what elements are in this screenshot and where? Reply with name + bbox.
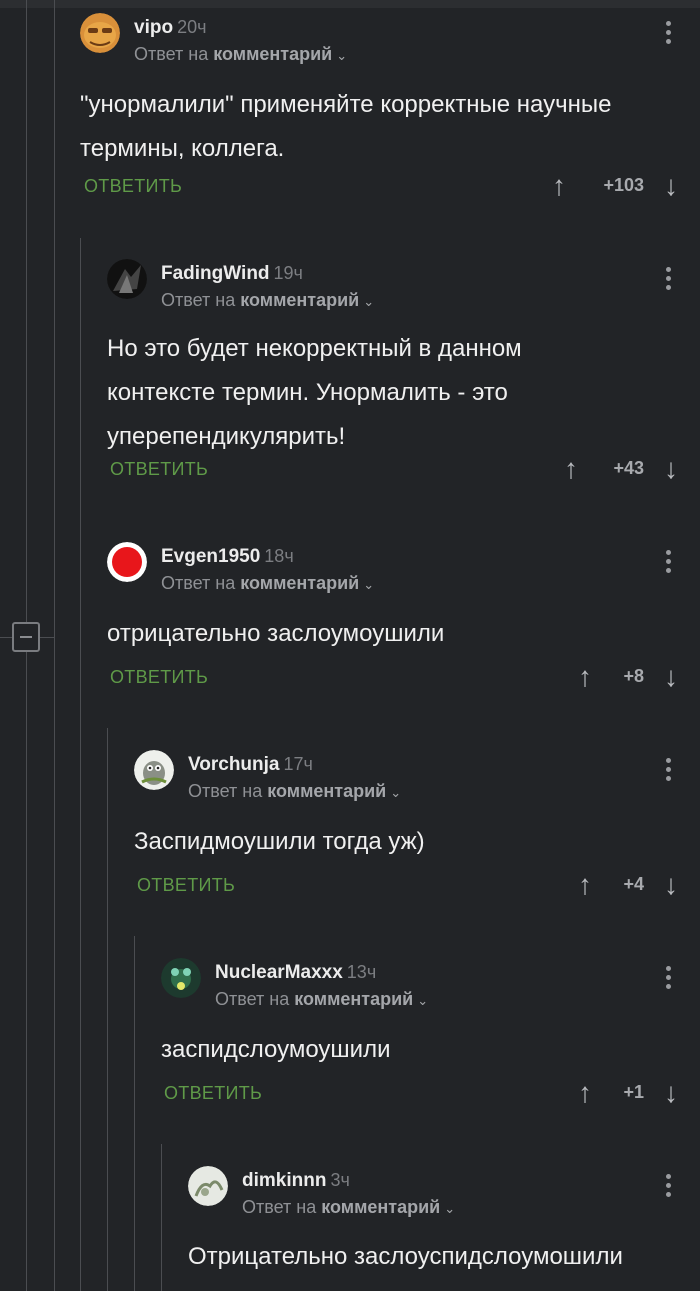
avatar[interactable] (107, 542, 147, 582)
user-avatar-image (188, 1166, 228, 1206)
rating: +103 (603, 175, 644, 195)
comment-time: 3ч (330, 1170, 350, 1190)
more-vertical-icon[interactable] (664, 966, 672, 996)
rating: +4 (623, 874, 644, 894)
reply-button[interactable]: ОТВЕТИТЬ (84, 176, 182, 197)
reply-to-link[interactable]: Ответ на комментарий ⌄ (161, 290, 374, 311)
more-vertical-icon[interactable] (664, 21, 672, 51)
user-avatar-image (80, 13, 120, 53)
user-avatar-image (161, 958, 201, 998)
comment-vipo: vipo 20ч Ответ на комментарий ⌄ "унормалил… (0, 13, 700, 223)
comment-time: 19ч (273, 263, 303, 283)
more-vertical-icon[interactable] (664, 550, 672, 580)
comment-time: 20ч (177, 17, 207, 37)
comment-nuclearmaxxx: NuclearMaxxx 13ч Ответ на комментарий ⌄ за… (0, 958, 700, 1118)
arrow-up-icon[interactable]: ↑ (578, 871, 592, 899)
avatar[interactable] (188, 1166, 228, 1206)
rating: +43 (613, 458, 644, 478)
user-avatar-image (107, 542, 147, 582)
comment-text: отрицательно заслоумоушили (107, 620, 445, 647)
comment-vorchunja: Vorchunja 17ч Ответ на комментарий ⌄ Заспи… (0, 750, 700, 910)
vote-controls: ↑ +4 ↓ (578, 871, 678, 901)
vote-controls: ↑ +103 ↓ (552, 172, 678, 202)
comment-author[interactable]: dimkinnn 3ч (242, 1170, 350, 1192)
comment-author[interactable]: FadingWind 19ч (161, 263, 303, 285)
chevron-down-icon: ⌄ (336, 48, 348, 63)
arrow-up-icon[interactable]: ↑ (552, 172, 566, 200)
comment-author[interactable]: Vorchunja 17ч (188, 754, 313, 776)
chevron-down-icon: ⌄ (444, 1201, 456, 1216)
vote-controls: ↑ +1 ↓ (578, 1079, 678, 1109)
arrow-up-icon[interactable]: ↑ (578, 1079, 592, 1107)
chevron-down-icon: ⌄ (417, 993, 429, 1008)
arrow-down-icon[interactable]: ↓ (664, 871, 678, 899)
reply-button[interactable]: ОТВЕТИТЬ (164, 1083, 262, 1104)
user-avatar-image (134, 750, 174, 790)
comment-fadingwind: FadingWind 19ч Ответ на комментарий ⌄ Но э… (0, 259, 700, 489)
chevron-down-icon: ⌄ (390, 785, 402, 800)
comment-evgen1950: Evgen1950 18ч Ответ на комментарий ⌄ отриц… (0, 542, 700, 702)
comment-text: Отрицательно заслоуспидслоумошили (188, 1243, 623, 1270)
arrow-down-icon[interactable]: ↓ (664, 663, 678, 691)
comment-author[interactable]: Evgen1950 18ч (161, 546, 294, 568)
chevron-down-icon: ⌄ (363, 294, 375, 309)
avatar[interactable] (80, 13, 120, 53)
comment-text: заспидслоумоушили (161, 1036, 391, 1063)
reply-to-link[interactable]: Ответ на комментарий ⌄ (134, 44, 347, 65)
reply-button[interactable]: ОТВЕТИТЬ (137, 875, 235, 896)
comment-time: 13ч (346, 962, 377, 982)
comment-text: "унормалили" применяйте корректные научн… (80, 91, 612, 162)
arrow-up-icon[interactable]: ↑ (578, 663, 592, 691)
arrow-down-icon[interactable]: ↓ (664, 455, 678, 483)
avatar[interactable] (107, 259, 147, 299)
more-vertical-icon[interactable] (664, 758, 672, 788)
reply-to-link[interactable]: Ответ на комментарий ⌄ (188, 781, 401, 802)
reply-to-link[interactable]: Ответ на комментарий ⌄ (161, 573, 374, 594)
comment-time: 18ч (264, 546, 294, 566)
top-bar (0, 0, 700, 8)
comment-time: 17ч (283, 754, 313, 774)
more-vertical-icon[interactable] (664, 1174, 672, 1204)
chevron-down-icon: ⌄ (363, 577, 375, 592)
arrow-down-icon[interactable]: ↓ (664, 1079, 678, 1107)
reply-button[interactable]: ОТВЕТИТЬ (110, 459, 208, 480)
avatar[interactable] (161, 958, 201, 998)
comment-author[interactable]: NuclearMaxxx 13ч (215, 962, 376, 984)
comment-text: Но это будет некорректный в данном конте… (107, 335, 522, 450)
comment-author[interactable]: vipo 20ч (134, 17, 206, 39)
user-avatar-image (107, 259, 147, 299)
more-vertical-icon[interactable] (664, 267, 672, 297)
reply-to-link[interactable]: Ответ на комментарий ⌄ (242, 1197, 455, 1218)
reply-to-link[interactable]: Ответ на комментарий ⌄ (215, 989, 428, 1010)
reply-button[interactable]: ОТВЕТИТЬ (110, 667, 208, 688)
arrow-up-icon[interactable]: ↑ (564, 455, 578, 483)
vote-controls: ↑ +43 ↓ (564, 455, 678, 485)
rating: +1 (623, 1082, 644, 1102)
arrow-down-icon[interactable]: ↓ (664, 172, 678, 200)
comment-text: Заспидмоушили тогда уж) (134, 828, 425, 855)
rating: +8 (623, 666, 644, 686)
avatar[interactable] (134, 750, 174, 790)
comment-dimkinnn: dimkinnn 3ч Ответ на комментарий ⌄ Отрицат… (0, 1166, 700, 1291)
vote-controls: ↑ +8 ↓ (578, 663, 678, 693)
